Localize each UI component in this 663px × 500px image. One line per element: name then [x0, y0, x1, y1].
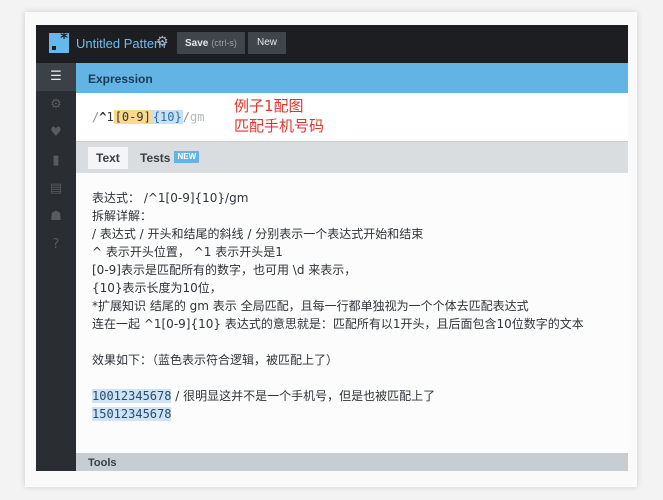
- app-header: * Untitled Pattern ⚙ Save (ctrl-s) New: [36, 25, 628, 63]
- text-line: ^ 表示开头位置， ^1 表示开头是1: [92, 245, 283, 259]
- heart-icon[interactable]: ♥: [36, 119, 76, 147]
- text-line: [92, 369, 622, 387]
- new-button[interactable]: New: [248, 32, 287, 54]
- text-line: [92, 333, 622, 351]
- matched-line: 10012345678 / 很明显这并不是一个手机号，但是也被匹配上了: [92, 387, 622, 405]
- annotation-example-caption: 例子1配图: [234, 97, 304, 115]
- text-line: [0-9]表示是匹配所有的数字，也可用 \d 来表示，: [92, 263, 357, 277]
- book-icon[interactable]: ▤: [36, 175, 76, 203]
- expression-header[interactable]: Expression: [76, 63, 628, 93]
- list-icon[interactable]: ☰: [36, 63, 76, 91]
- save-button[interactable]: Save (ctrl-s): [177, 32, 245, 54]
- match-note: / 很明显这并不是一个手机号，但是也被匹配上了: [171, 389, 436, 403]
- pattern-title[interactable]: Untitled Pattern: [76, 36, 166, 51]
- text-line: {10}表示长度为10位，: [92, 281, 222, 295]
- regex-char-set: [0-9]: [113, 110, 152, 124]
- gear-icon[interactable]: ⚙: [36, 91, 76, 119]
- help-icon[interactable]: ?: [36, 231, 76, 259]
- text-line: 表达式： /^1[0-9]{10}/gm: [92, 191, 249, 205]
- matched-line: 15012345678: [92, 405, 622, 423]
- text-line: 效果如下：（蓝色表示符合逻辑，被匹配上了）: [92, 353, 339, 367]
- app-logo[interactable]: *: [49, 29, 69, 53]
- regex-flags[interactable]: gm: [190, 110, 204, 124]
- new-badge: NEW: [174, 151, 200, 163]
- regex-quantifier: {10}: [151, 110, 183, 124]
- text-line: 连在一起 ^1[0-9]{10} 表达式的意思就是：匹配所有以1开头，且后面包含…: [92, 317, 584, 331]
- tools-panel-header[interactable]: Tools: [76, 453, 628, 471]
- tab-text[interactable]: Text: [88, 147, 128, 169]
- regex-expression[interactable]: /^1[0-9] {10}/gm: [92, 110, 204, 124]
- match-highlight: 10012345678: [92, 389, 172, 403]
- text-line: *扩展知识 结尾的 gm 表示 全局匹配，且每一行都单独视为一个个体去匹配表达式: [92, 299, 529, 313]
- text-line: / 表达式 / 开头和结尾的斜线 / 分别表示一个表达式开始和结束: [92, 227, 424, 241]
- community-icon[interactable]: ☗: [36, 203, 76, 231]
- text-line: 拆解详解：: [92, 209, 153, 223]
- main-panel: Expression /^1[0-9] {10}/gm 例子1配图 匹配手机号码 …: [76, 63, 628, 471]
- sidebar: ☰ ⚙ ♥ ▮ ▤ ☗ ?: [36, 63, 76, 471]
- gear-icon[interactable]: ⚙: [156, 34, 169, 50]
- expression-heading: Expression: [88, 72, 153, 86]
- tab-tests[interactable]: Tests NEW: [132, 147, 207, 169]
- match-highlight: 15012345678: [92, 407, 172, 421]
- expression-editor[interactable]: /^1[0-9] {10}/gm 例子1配图 匹配手机号码: [76, 93, 628, 141]
- text-lines: 表达式： /^1[0-9]{10}/gm 拆解详解： / 表达式 / 开头和结尾…: [92, 189, 622, 423]
- annotation-phone-caption: 匹配手机号码: [234, 117, 325, 135]
- test-text-editor[interactable]: 表达式： /^1[0-9]{10}/gm 拆解详解： / 表达式 / 开头和结尾…: [76, 173, 628, 453]
- bookmark-icon[interactable]: ▮: [36, 147, 76, 175]
- regex-app-window: * Untitled Pattern ⚙ Save (ctrl-s) New ☰ …: [36, 25, 628, 471]
- save-shortcut-hint: (ctrl-s): [211, 38, 237, 48]
- tools-label: Tools: [88, 457, 117, 469]
- tabs-bar: Text Tests NEW: [76, 141, 628, 173]
